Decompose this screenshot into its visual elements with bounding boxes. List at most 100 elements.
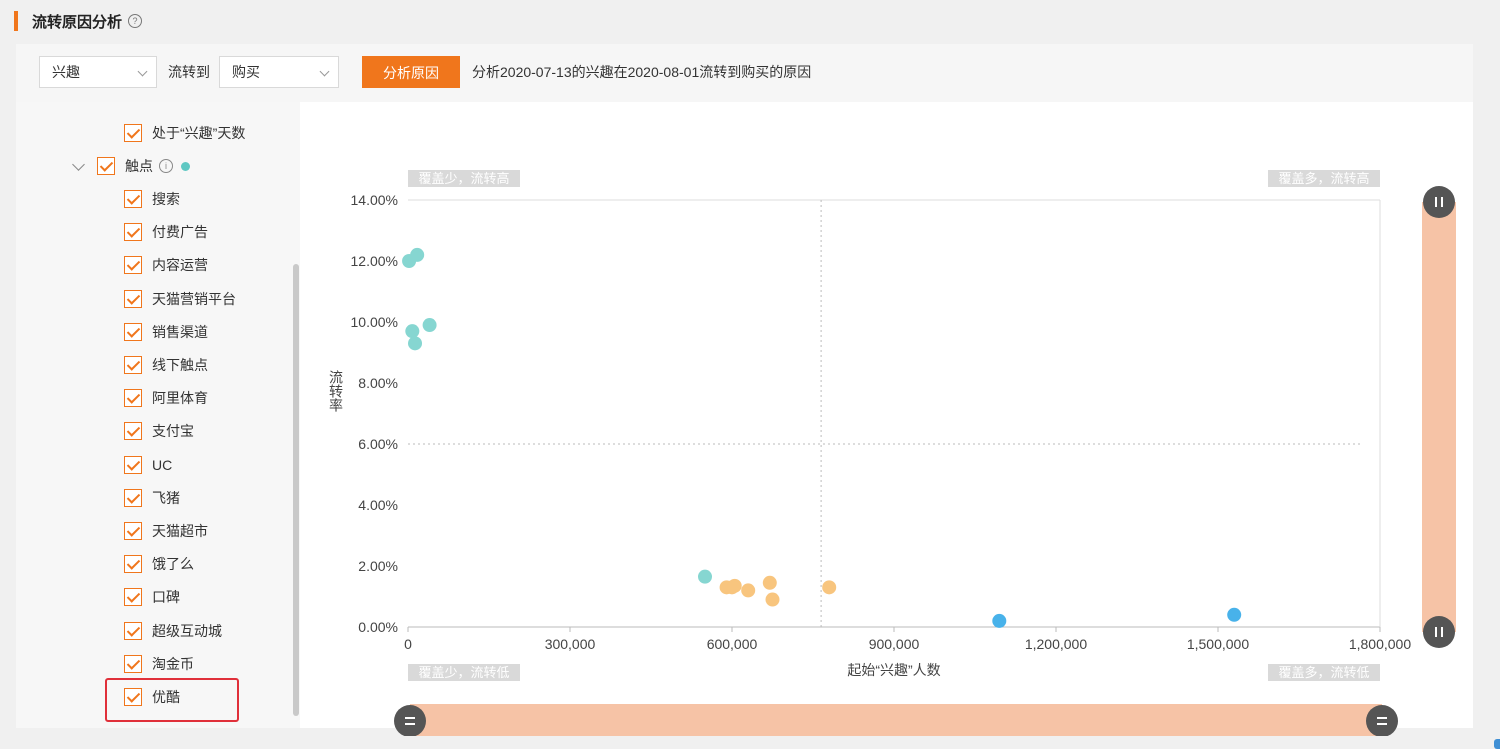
tree-item-label: 天猫超市 bbox=[152, 523, 208, 539]
highlight-box bbox=[105, 678, 239, 722]
tree-item[interactable]: 支付宝 bbox=[124, 421, 194, 441]
checkbox[interactable] bbox=[124, 422, 142, 441]
data-point[interactable] bbox=[408, 336, 423, 351]
checkbox[interactable] bbox=[97, 157, 115, 175]
x-axis-label: 起始“兴趣”人数 bbox=[847, 662, 940, 678]
quadrant-label: 覆盖少，流转高 bbox=[418, 171, 509, 186]
checkbox[interactable] bbox=[124, 190, 142, 208]
tree-item[interactable]: 口碑 bbox=[124, 587, 180, 607]
checkbox[interactable] bbox=[124, 289, 142, 308]
data-point[interactable] bbox=[822, 580, 837, 595]
tree-item-label: 飞猪 bbox=[152, 489, 180, 506]
tree-item-label: 天猫营销平台 bbox=[152, 290, 236, 307]
y-zoom-handle-top[interactable] bbox=[1423, 186, 1455, 218]
to-stage-value: 购买 bbox=[232, 64, 260, 80]
floating-help-icon[interactable] bbox=[1494, 739, 1500, 749]
checkbox[interactable] bbox=[124, 488, 142, 507]
analyze-button[interactable]: 分析原因 bbox=[362, 56, 460, 88]
analysis-panel: 兴趣 流转到 购买 分析原因 分析2020-07-13的兴趣在2020-08-0… bbox=[16, 44, 1473, 736]
x-tick-label: 300,000 bbox=[545, 636, 596, 652]
tree-item[interactable]: 线下触点 bbox=[124, 355, 208, 375]
help-icon[interactable]: ? bbox=[128, 14, 143, 28]
checkbox[interactable] bbox=[124, 356, 142, 374]
x-tick-label: 0 bbox=[404, 636, 412, 652]
analysis-description: 分析2020-07-13的兴趣在2020-08-01流转到购买的原因 bbox=[472, 64, 812, 80]
tree-item-label: 淘金币 bbox=[152, 655, 194, 672]
data-point[interactable] bbox=[410, 247, 425, 262]
to-stage-select[interactable]: 购买 bbox=[219, 56, 339, 88]
data-point[interactable] bbox=[992, 613, 1007, 628]
y-axis-label: 流转率 bbox=[328, 370, 344, 412]
data-point[interactable] bbox=[422, 318, 437, 333]
tree-item[interactable]: 天猫超市 bbox=[124, 521, 208, 541]
x-tick-label: 900,000 bbox=[869, 636, 920, 652]
chevron-down-icon[interactable] bbox=[72, 157, 85, 171]
y-tick-label: 8.00% bbox=[358, 375, 398, 391]
tree-item[interactable]: 饿了么 bbox=[124, 554, 194, 574]
checkbox[interactable] bbox=[124, 621, 142, 640]
page-title: 流转原因分析 bbox=[32, 13, 123, 31]
tree-item-days-in-stage[interactable]: 处于“兴趣”天数 bbox=[124, 123, 245, 143]
tree-item[interactable]: 超级互动城 bbox=[124, 621, 222, 641]
flow-to-label: 流转到 bbox=[168, 64, 210, 80]
chevron-down-icon bbox=[319, 66, 330, 77]
tree-item[interactable]: 销售渠道 bbox=[124, 322, 208, 342]
data-point[interactable] bbox=[698, 569, 712, 584]
tree-item[interactable]: UC bbox=[124, 455, 172, 475]
tree-item[interactable]: 搜索 bbox=[124, 189, 180, 209]
tree-item[interactable]: 内容运营 bbox=[124, 255, 208, 275]
tree-item[interactable]: 付费广告 bbox=[124, 222, 208, 242]
y-zoom-slider[interactable] bbox=[1422, 202, 1456, 632]
y-zoom-handle-bottom[interactable] bbox=[1423, 616, 1455, 648]
tree-item-label: 支付宝 bbox=[152, 423, 194, 440]
checkbox[interactable] bbox=[124, 124, 142, 142]
quadrant-label: 覆盖多，流转高 bbox=[1278, 171, 1369, 186]
tree-group-touchpoint[interactable]: 触点 i bbox=[72, 156, 190, 176]
tree-item[interactable]: 阿里体育 bbox=[124, 388, 208, 408]
data-point[interactable] bbox=[762, 575, 777, 590]
x-zoom-slider[interactable] bbox=[410, 704, 1382, 736]
data-point[interactable] bbox=[1227, 607, 1242, 622]
x-zoom-handle-left[interactable] bbox=[394, 705, 426, 736]
data-point[interactable] bbox=[765, 592, 780, 607]
factor-tree: 处于“兴趣”天数 触点 i 搜索付费广告内容运营天猫营销平台 销售渠道线下触点阿里… bbox=[16, 102, 300, 728]
tree-item-label: 超级互动城 bbox=[152, 622, 222, 639]
tree-item-label: 线下触点 bbox=[152, 357, 208, 373]
y-tick-label: 14.00% bbox=[351, 192, 398, 208]
toolbar: 兴趣 流转到 购买 分析原因 分析2020-07-13的兴趣在2020-08-0… bbox=[16, 44, 1473, 102]
x-zoom-handle-right[interactable] bbox=[1366, 705, 1398, 736]
tree-item-label: 搜索 bbox=[152, 191, 180, 207]
checkbox[interactable] bbox=[124, 654, 142, 673]
checkbox[interactable] bbox=[124, 588, 142, 607]
checkbox[interactable] bbox=[124, 555, 142, 574]
y-tick-label: 4.00% bbox=[358, 497, 398, 513]
checkbox[interactable] bbox=[124, 256, 142, 275]
section-header: 流转原因分析 ? bbox=[14, 9, 143, 33]
y-tick-label: 2.00% bbox=[358, 558, 398, 574]
data-point[interactable] bbox=[727, 578, 742, 593]
tree-item[interactable]: 飞猪 bbox=[124, 488, 180, 508]
data-point[interactable] bbox=[405, 324, 420, 339]
x-tick-label: 1,500,000 bbox=[1187, 636, 1249, 652]
tree-item-label: UC bbox=[152, 456, 173, 473]
checkbox[interactable] bbox=[124, 455, 142, 474]
checkbox[interactable] bbox=[124, 389, 142, 408]
checkbox[interactable] bbox=[124, 522, 142, 540]
data-point[interactable] bbox=[741, 583, 756, 598]
tree-item[interactable]: 天猫营销平台 bbox=[124, 289, 236, 309]
checkbox[interactable] bbox=[124, 223, 142, 242]
tree-item[interactable]: 淘金币 bbox=[124, 654, 194, 674]
from-stage-select[interactable]: 兴趣 bbox=[39, 56, 157, 88]
info-icon[interactable]: i bbox=[159, 159, 173, 173]
tree-item-label: 口碑 bbox=[152, 589, 180, 606]
tree-item-label: 饿了么 bbox=[152, 556, 194, 573]
tree-item-label: 内容运营 bbox=[152, 257, 208, 274]
tree-item-label: 销售渠道 bbox=[152, 323, 208, 340]
tree-scrollbar[interactable] bbox=[293, 264, 299, 716]
scatter-chart: 覆盖少，流转高 覆盖多，流转高覆盖少，流转低 覆盖多，流转低 0.00% 2.00% 4.… bbox=[328, 170, 1456, 736]
checkbox[interactable] bbox=[124, 322, 142, 341]
tree-item-label: 处于“兴趣”天数 bbox=[152, 125, 246, 141]
quadrant-label: 覆盖多，流转低 bbox=[1278, 665, 1369, 680]
tree-item-label: 阿里体育 bbox=[152, 390, 208, 407]
series-color-dot bbox=[181, 161, 190, 171]
